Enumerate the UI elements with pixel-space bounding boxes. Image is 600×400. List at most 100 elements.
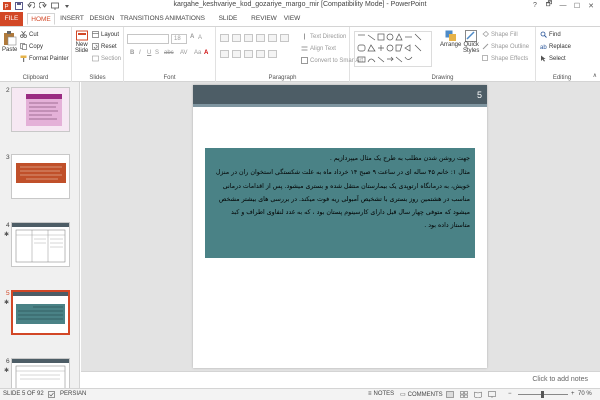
tab-animations[interactable]: ANIMATIONS (165, 13, 205, 25)
arrange-icon (445, 30, 456, 41)
underline-button[interactable]: U (147, 50, 151, 56)
shape-effects-icon (482, 55, 489, 62)
zoom-in-button[interactable]: + (571, 391, 575, 397)
line-spacing-button[interactable] (280, 34, 289, 42)
close-button[interactable]: ✕ (584, 0, 598, 11)
zoom-slider-handle[interactable] (541, 391, 544, 398)
align-right-button[interactable] (244, 50, 253, 58)
shape-effects-button[interactable]: Shape Effects (482, 55, 528, 62)
minimize-button[interactable]: — (556, 0, 570, 11)
slide-thumbnail-3[interactable] (11, 154, 70, 199)
drawing-group-label: Drawing (431, 75, 454, 81)
select-button[interactable]: Select (540, 55, 566, 62)
replace-button[interactable]: ab Replace (540, 43, 571, 52)
slide-editing-area[interactable]: 5 جهت روشن شدن مطلب به طرح یک مثال میپرد… (81, 82, 600, 371)
align-text-button[interactable]: Align Text (301, 45, 336, 52)
quick-styles-button[interactable]: Quick Styles (463, 30, 479, 54)
section-button[interactable]: Section (92, 55, 121, 62)
new-slide-button[interactable]: New Slide (75, 30, 88, 54)
arrange-button[interactable]: Arrange (440, 30, 461, 48)
drawing-group: Arrange Quick Styles Shape Fill Shape Ou… (350, 27, 536, 82)
paste-button[interactable]: Paste (2, 30, 17, 53)
tab-home[interactable]: HOME (27, 13, 55, 25)
numbering-button[interactable] (232, 34, 241, 42)
rtl-button[interactable] (268, 34, 277, 42)
align-left-button[interactable] (220, 50, 229, 58)
new-slide-icon (75, 30, 88, 41)
comment-icon: ▭ (400, 392, 406, 398)
shrink-font-button[interactable]: A (198, 35, 202, 41)
bold-button[interactable]: B (130, 50, 134, 56)
comments-button[interactable]: ▭ COMMENTS (400, 391, 443, 399)
cut-button[interactable]: Cut (20, 30, 38, 38)
shape-fill-label: Shape Fill (491, 31, 518, 38)
shape-fill-button[interactable]: Shape Fill (482, 31, 518, 38)
slide-thumbnail-pane[interactable]: 2 3 4 ✱ 5 ✱ 6 ✱ (0, 82, 80, 388)
maximize-button[interactable]: ☐ (570, 0, 584, 11)
tab-slide-show[interactable]: SLIDE SHOW (209, 13, 247, 34)
bullets-button[interactable] (220, 34, 229, 42)
paint-bucket-icon (482, 31, 489, 38)
reading-view-icon[interactable] (474, 391, 482, 398)
columns-button[interactable] (268, 50, 277, 58)
current-slide[interactable]: 5 جهت روشن شدن مطلب به طرح یک مثال میپرد… (193, 85, 487, 368)
increase-indent-button[interactable] (256, 34, 265, 42)
tab-transitions[interactable]: TRANSITIONS (120, 13, 164, 25)
plus-icon: + (571, 391, 575, 397)
font-name-input[interactable] (127, 34, 169, 44)
normal-view-icon[interactable] (446, 391, 454, 398)
minus-icon: − (508, 391, 512, 397)
font-size-input[interactable]: 18 (171, 34, 187, 44)
copy-label: Copy (29, 43, 44, 50)
decrease-indent-button[interactable] (244, 34, 253, 42)
shadow-button[interactable]: S (155, 50, 159, 56)
ribbon-display-options-button[interactable]: 🗗 (542, 0, 556, 11)
char-spacing-button[interactable]: AV (180, 50, 188, 56)
search-icon (540, 31, 547, 38)
slide-text-box[interactable]: جهت روشن شدن مطلب به طرح یک مثال میپرداز… (205, 148, 475, 258)
collapse-ribbon-icon[interactable]: ∧ (593, 72, 597, 79)
slide-thumbnail-2[interactable] (11, 87, 70, 132)
layout-button[interactable]: Layout (92, 31, 119, 38)
zoom-out-button[interactable]: − (508, 391, 512, 397)
format-painter-button[interactable]: Format Painter (20, 55, 69, 62)
paste-icon (3, 31, 16, 46)
tab-view[interactable]: VIEW (281, 13, 303, 25)
font-group: 18 A A B I U S abc AV Aa A Font (124, 27, 216, 82)
tab-review[interactable]: REVIEW (250, 13, 278, 25)
slide-count[interactable]: SLIDE 5 OF 92 (3, 391, 44, 397)
font-color-button[interactable]: A (204, 50, 208, 56)
language-indicator[interactable]: PERSIAN (60, 391, 86, 397)
slideshow-view-icon[interactable] (488, 391, 496, 398)
change-case-button[interactable]: Aa (194, 50, 201, 56)
slide-sorter-icon[interactable] (460, 391, 468, 398)
notes-pane[interactable]: Click to add notes (81, 371, 600, 388)
copy-button[interactable]: Copy (20, 43, 43, 50)
editing-group-label: Editing (552, 75, 572, 81)
scissors-icon (20, 30, 27, 38)
strikethrough-button[interactable]: abc (164, 50, 174, 56)
slide-thumbnail-6[interactable] (11, 358, 70, 388)
tab-design[interactable]: DESIGN (88, 13, 116, 25)
grow-font-button[interactable]: A (190, 34, 194, 40)
help-button[interactable]: ? (528, 0, 542, 11)
replace-icon: ab (540, 43, 547, 51)
thumbnail-number: 6 (6, 358, 10, 365)
notes-button[interactable]: ≡ NOTES (368, 391, 394, 397)
italic-button[interactable]: I (139, 50, 141, 56)
spell-check-icon[interactable] (48, 391, 55, 398)
align-center-button[interactable] (232, 50, 241, 58)
justify-button[interactable] (256, 50, 265, 58)
reset-button[interactable]: Reset (92, 43, 117, 50)
find-button[interactable]: Find (540, 31, 561, 38)
slide-thumbnail-4[interactable] (11, 222, 70, 267)
shape-outline-button[interactable]: Shape Outline (482, 43, 529, 50)
tab-insert[interactable]: INSERT (58, 13, 86, 25)
slide-thumbnail-5[interactable] (11, 290, 70, 335)
shapes-gallery[interactable] (354, 31, 432, 67)
zoom-level[interactable]: 70 % (578, 391, 592, 397)
tab-file[interactable]: FILE (0, 12, 23, 26)
text-direction-button[interactable]: Text Direction (301, 33, 346, 40)
paste-label: Paste (2, 47, 18, 53)
shadow-icon: S (155, 50, 160, 56)
